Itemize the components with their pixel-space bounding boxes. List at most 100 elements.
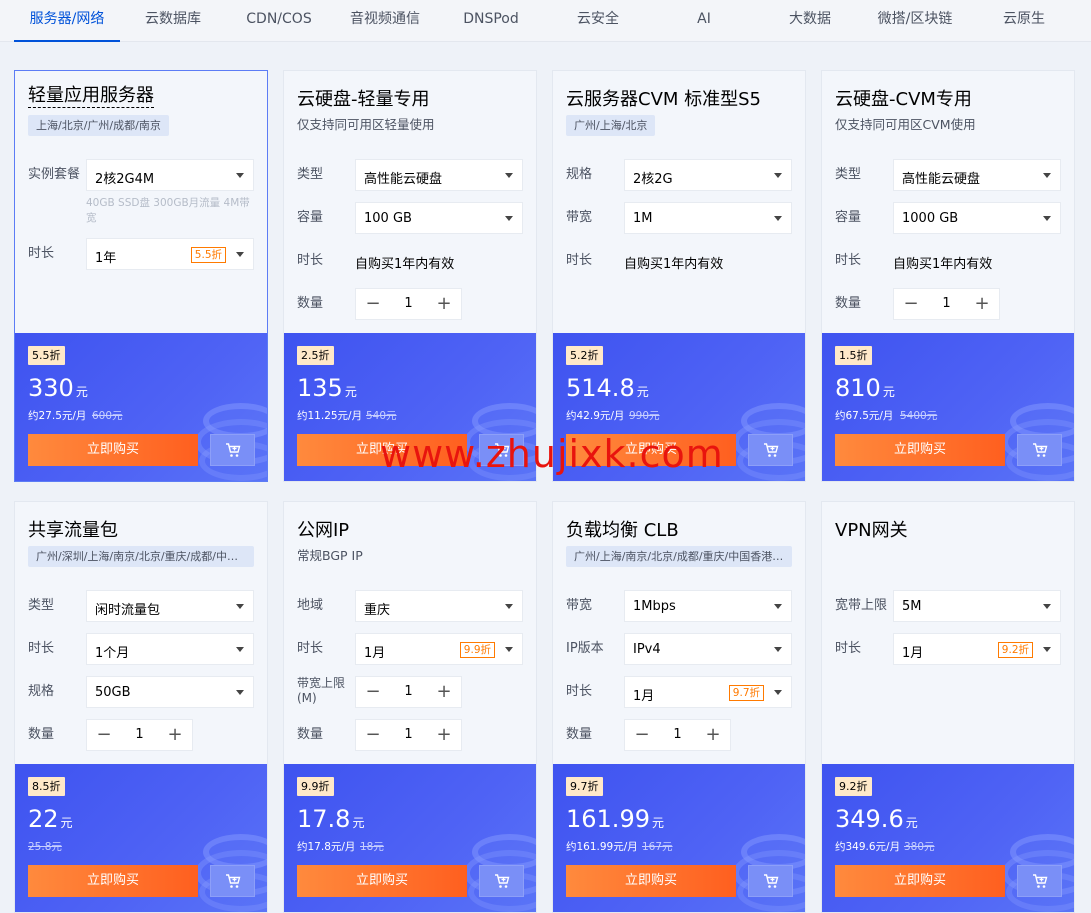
decrement-button[interactable]: − [625, 720, 659, 750]
option-row: IP版本 IPv4 [566, 633, 794, 665]
select-value: 重庆 [364, 603, 391, 618]
add-to-cart-button[interactable] [748, 865, 793, 897]
quantity-value[interactable]: 1 [121, 720, 158, 750]
increment-button[interactable]: + [965, 289, 999, 319]
original-price: 167元 [642, 841, 673, 853]
add-to-cart-button[interactable] [748, 434, 793, 466]
price: 514.8 元 [566, 374, 649, 406]
option-row: 地域 重庆 [297, 590, 525, 622]
tab-server-network[interactable]: 服务器/网络 [14, 0, 120, 42]
capacity-select[interactable]: 1000 GB [893, 202, 1061, 234]
capacity-select[interactable]: 100 GB [355, 202, 523, 234]
product-card-lighthouse: 轻量应用服务器 上海/北京/广州/成都/南京 实例套餐 2核2G4M 40GB … [14, 70, 268, 482]
spec-select[interactable]: 50GB [86, 676, 254, 708]
tab-cdn-cos[interactable]: CDN/COS [239, 0, 319, 42]
option-row: 容量 1000 GB [835, 202, 1063, 234]
quantity-value[interactable]: 1 [659, 720, 696, 750]
duration-text: 自购买1年内有效 [893, 257, 993, 272]
card-title[interactable]: 轻量应用服务器 [28, 85, 154, 108]
bandwidth-value[interactable]: 1 [390, 677, 427, 707]
buy-now-button[interactable]: 立即购买 [566, 434, 736, 466]
increment-button[interactable]: + [427, 289, 461, 319]
increment-button[interactable]: + [427, 677, 461, 707]
package-type-select[interactable]: 闲时流量包 [86, 590, 254, 622]
cart-icon [226, 874, 241, 888]
increment-button[interactable]: + [696, 720, 730, 750]
quantity-value[interactable]: 1 [390, 289, 427, 319]
buy-now-button[interactable]: 立即购买 [28, 865, 198, 897]
discount-badge: 1.5折 [835, 346, 872, 365]
disk-type-select[interactable]: 高性能云硬盘 [893, 159, 1061, 191]
quantity-value[interactable]: 1 [390, 720, 427, 750]
add-to-cart-button[interactable] [479, 434, 524, 466]
tab-dnspod[interactable]: DNSPod [456, 0, 526, 42]
increment-button[interactable]: + [427, 720, 461, 750]
decrement-button[interactable]: − [87, 720, 121, 750]
option-label: 带宽 [566, 210, 593, 225]
buy-now-button[interactable]: 立即购买 [835, 865, 1005, 897]
buy-now-button[interactable]: 立即购买 [835, 434, 1005, 466]
option-row: 时长 1年 5.5折 [28, 238, 256, 270]
option-row: 类型 高性能云硬盘 [835, 159, 1063, 191]
caret-down-icon [236, 604, 244, 609]
spec-select[interactable]: 2核2G [624, 159, 792, 191]
option-label: 宽带上限 [835, 598, 888, 613]
bandwidth-select[interactable]: 1M [624, 202, 792, 234]
price-value: 810 [835, 374, 881, 402]
decrement-button[interactable]: − [356, 720, 390, 750]
caret-down-icon [774, 604, 782, 609]
price-unit: 元 [636, 385, 649, 399]
tab-cloud-security[interactable]: 云安全 [570, 0, 626, 42]
quantity-value[interactable]: 1 [928, 289, 965, 319]
price-unit: 元 [75, 385, 88, 399]
price-value: 161.99 [566, 805, 650, 833]
tab-cloud-native[interactable]: 云原生 [996, 0, 1052, 42]
option-label: IP版本 [566, 641, 604, 656]
duration-text: 自购买1年内有效 [624, 257, 724, 272]
tab-weda-blockchain[interactable]: 微搭/区块链 [872, 0, 958, 42]
option-label: 时长 [835, 253, 862, 268]
buy-now-button[interactable]: 立即购买 [566, 865, 736, 897]
select-value: 高性能云硬盘 [902, 172, 981, 187]
price-value: 514.8 [566, 374, 635, 402]
region-select[interactable]: 重庆 [355, 590, 523, 622]
caret-down-icon [1043, 647, 1051, 652]
price: 161.99 元 [566, 805, 664, 837]
duration-select[interactable]: 1月 9.2折 [893, 633, 1061, 665]
tab-big-data[interactable]: 大数据 [782, 0, 838, 42]
duration-select[interactable]: 1月 9.9折 [355, 633, 523, 665]
option-row: 数量 − 1 + [297, 288, 525, 320]
price-unit: 元 [882, 385, 895, 399]
discount-badge: 5.5折 [28, 346, 65, 365]
add-to-cart-button[interactable] [479, 865, 524, 897]
buy-now-button[interactable]: 立即购买 [28, 434, 198, 466]
duration-select[interactable]: 1个月 [86, 633, 254, 665]
quantity-stepper: − 1 + [355, 288, 462, 320]
add-to-cart-button[interactable] [210, 434, 255, 466]
select-value: 1000 GB [902, 211, 959, 226]
tab-ai[interactable]: AI [690, 0, 718, 42]
decrement-button[interactable]: − [356, 677, 390, 707]
disk-type-select[interactable]: 高性能云硬盘 [355, 159, 523, 191]
ip-version-select[interactable]: IPv4 [624, 633, 792, 665]
discount-tag: 5.5折 [190, 247, 226, 263]
tab-cloud-database[interactable]: 云数据库 [136, 0, 210, 42]
duration-select[interactable]: 1年 5.5折 [86, 238, 254, 270]
bandwidth-limit-select[interactable]: 5M [893, 590, 1061, 622]
increment-button[interactable]: + [158, 720, 192, 750]
buy-now-button[interactable]: 立即购买 [297, 434, 467, 466]
card-subtitle: 仅支持同可用区轻量使用 [297, 117, 435, 132]
bandwidth-select[interactable]: 1Mbps [624, 590, 792, 622]
option-row: 实例套餐 2核2G4M [28, 159, 256, 191]
buy-now-button[interactable]: 立即购买 [297, 865, 467, 897]
decrement-button[interactable]: − [894, 289, 928, 319]
option-label: 类型 [28, 598, 55, 613]
product-card-public-ip: 公网IP 常规BGP IP 地域 重庆 时长 1月 9.9折 带宽上限 (M) … [283, 501, 537, 913]
tab-av-communication[interactable]: 音视频通信 [345, 0, 425, 42]
instance-plan-select[interactable]: 2核2G4M [86, 159, 254, 191]
add-to-cart-button[interactable] [1017, 865, 1062, 897]
duration-select[interactable]: 1月 9.7折 [624, 676, 792, 708]
add-to-cart-button[interactable] [1017, 434, 1062, 466]
decrement-button[interactable]: − [356, 289, 390, 319]
add-to-cart-button[interactable] [210, 865, 255, 897]
